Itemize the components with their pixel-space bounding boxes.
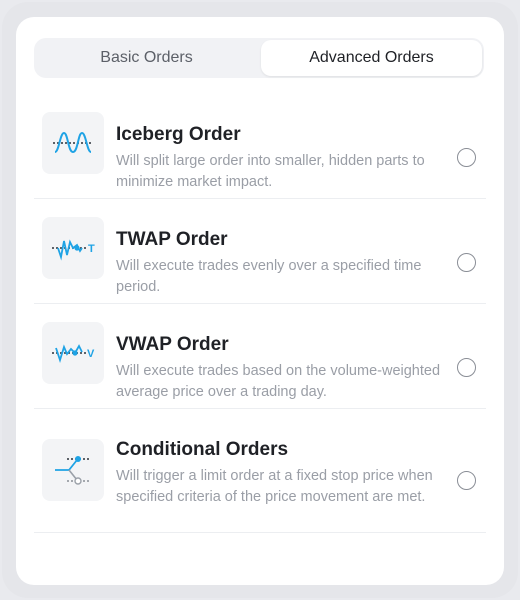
iceberg-wave-icon [53, 131, 93, 154]
order-type-panel: Basic Orders Advanced Orders Iceberg Ord… [16, 17, 504, 585]
order-title: Iceberg Order [116, 124, 241, 145]
radio-vwap[interactable] [457, 358, 476, 377]
order-description: Will trigger a limit order at a fixed st… [116, 468, 433, 505]
twap-chart-icon: T [52, 239, 95, 261]
order-description: Will execute trades evenly over a specif… [116, 258, 422, 295]
radio-twap[interactable] [457, 253, 476, 272]
advanced-order-list: Iceberg Order Will split large order int… [34, 94, 486, 533]
radio-iceberg[interactable] [457, 148, 476, 167]
conditional-icon-box [42, 439, 104, 501]
order-title: TWAP Order [116, 229, 228, 250]
svg-text:V: V [87, 348, 95, 360]
order-option-conditional[interactable]: Conditional Orders Will trigger a limit … [34, 409, 486, 533]
order-option-twap[interactable]: T TWAP Order Will execute trades evenly … [34, 199, 486, 304]
tab-advanced-orders[interactable]: Advanced Orders [261, 40, 482, 76]
radio-conditional[interactable] [457, 471, 476, 490]
svg-text:T: T [88, 243, 95, 255]
order-option-vwap[interactable]: V VWAP Order Will execute trades based o… [34, 304, 486, 409]
order-description: Will execute trades based on the volume-… [116, 363, 441, 400]
vwap-icon-box: V [42, 322, 104, 384]
order-option-iceberg[interactable]: Iceberg Order Will split large order int… [34, 94, 486, 199]
vwap-chart-icon: V [52, 344, 95, 363]
tab-basic-orders[interactable]: Basic Orders [36, 40, 257, 76]
order-title: VWAP Order [116, 334, 229, 355]
order-description: Will split large order into smaller, hid… [116, 153, 425, 190]
iceberg-icon-box [42, 112, 104, 174]
conditional-branch-icon [55, 456, 91, 485]
window-frame: Basic Orders Advanced Orders Iceberg Ord… [2, 2, 518, 598]
twap-icon-box: T [42, 217, 104, 279]
order-type-tabs: Basic Orders Advanced Orders [34, 38, 484, 78]
order-title: Conditional Orders [116, 439, 289, 460]
